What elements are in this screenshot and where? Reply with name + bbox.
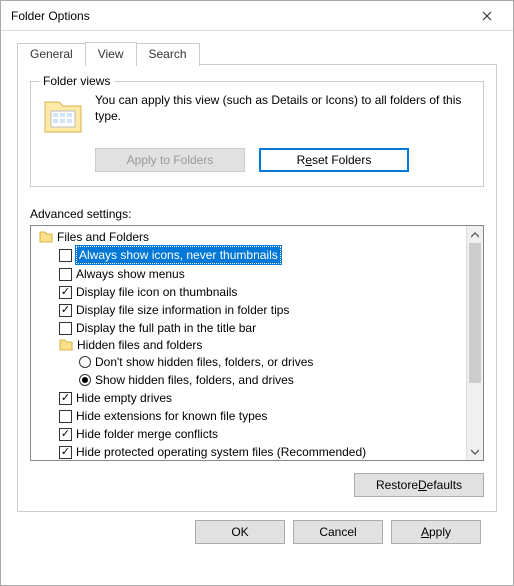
tree-check-item[interactable]: Display the full path in the title bar (33, 319, 464, 337)
folder-icon (59, 339, 73, 351)
tab-view[interactable]: View (85, 42, 137, 65)
close-button[interactable] (467, 2, 507, 30)
ok-button[interactable]: OK (195, 520, 285, 544)
folder-views-description: You can apply this view (such as Details… (95, 92, 473, 124)
tab-general[interactable]: General (17, 43, 86, 66)
folder-thumbnail-icon (41, 94, 85, 138)
tree-subgroup[interactable]: Hidden files and folders (33, 337, 464, 353)
tree-check-item[interactable]: Display file size information in folder … (33, 301, 464, 319)
tree-item-label: Hide empty drives (76, 390, 172, 406)
scrollbar-thumb[interactable] (469, 243, 481, 383)
tree-radio-item[interactable]: Don't show hidden files, folders, or dri… (33, 353, 464, 371)
tree-item-label: Always show menus (76, 266, 185, 282)
tree-item-label: Hide extensions for known file types (76, 408, 267, 424)
tree-item-label: Display file icon on thumbnails (76, 284, 237, 300)
folder-icon (39, 231, 53, 243)
tree-radio-item[interactable]: Show hidden files, folders, and drives (33, 371, 464, 389)
window-title: Folder Options (11, 9, 90, 23)
checkbox-icon[interactable] (59, 322, 72, 335)
reset-folders-button[interactable]: Reset Folders (259, 148, 409, 172)
scroll-up-button[interactable] (467, 226, 483, 243)
restore-defaults-button[interactable]: Restore Defaults (354, 473, 484, 497)
checkbox-icon[interactable] (59, 428, 72, 441)
tree-group-label: Files and Folders (57, 230, 149, 244)
tree-check-item[interactable]: Hide folder merge conflicts (33, 425, 464, 443)
checkbox-icon[interactable] (59, 392, 72, 405)
scrollbar-track[interactable] (467, 243, 483, 443)
tree-item-label: Show hidden files, folders, and drives (95, 372, 294, 388)
chevron-down-icon (471, 449, 479, 455)
advanced-settings-tree[interactable]: Files and Folders Always show icons, neve… (31, 226, 466, 460)
advanced-settings-label: Advanced settings: (30, 207, 484, 221)
dialog-button-row: OK Cancel Apply (17, 512, 497, 544)
checkbox-icon[interactable] (59, 249, 72, 262)
tree-item-label: Display file size information in folder … (76, 302, 289, 318)
checkbox-icon[interactable] (59, 304, 72, 317)
tree-item-label: Hide folder merge conflicts (76, 426, 218, 442)
checkbox-icon[interactable] (59, 268, 72, 281)
advanced-settings-box: Files and Folders Always show icons, neve… (30, 225, 484, 461)
checkbox-icon[interactable] (59, 286, 72, 299)
tree-item-label: Display the full path in the title bar (76, 320, 256, 336)
scrollbar-vertical[interactable] (466, 226, 483, 460)
tree-check-item[interactable]: Always show icons, never thumbnails (33, 245, 464, 265)
radio-icon[interactable] (79, 356, 91, 368)
folder-views-label: Folder views (39, 74, 114, 88)
chevron-up-icon (471, 232, 479, 238)
tree-check-item[interactable]: Hide empty drives (33, 389, 464, 407)
tab-search[interactable]: Search (136, 43, 200, 66)
scroll-down-button[interactable] (467, 443, 483, 460)
tree-item-label: Hide protected operating system files (R… (76, 444, 366, 460)
apply-button[interactable]: Apply (391, 520, 481, 544)
folder-views-group: Folder views You can apply this view (su… (30, 81, 484, 187)
checkbox-icon[interactable] (59, 446, 72, 459)
tree-check-item[interactable]: Hide extensions for known file types (33, 407, 464, 425)
tree-check-item[interactable]: Hide protected operating system files (R… (33, 443, 464, 460)
tree-item-label: Don't show hidden files, folders, or dri… (95, 354, 313, 370)
tree-subgroup-label: Hidden files and folders (77, 338, 202, 352)
close-icon (482, 11, 492, 21)
tab-panel-view: Folder views You can apply this view (su… (17, 64, 497, 512)
titlebar: Folder Options (1, 1, 513, 31)
radio-icon[interactable] (79, 374, 91, 386)
cancel-button[interactable]: Cancel (293, 520, 383, 544)
apply-to-folders-button: Apply to Folders (95, 148, 245, 172)
tree-group-files-and-folders[interactable]: Files and Folders (33, 229, 464, 245)
tree-check-item[interactable]: Always show menus (33, 265, 464, 283)
tree-check-item[interactable]: Display file icon on thumbnails (33, 283, 464, 301)
tree-item-label: Always show icons, never thumbnails (76, 246, 281, 264)
checkbox-icon[interactable] (59, 410, 72, 423)
tab-strip: General View Search (17, 41, 497, 64)
